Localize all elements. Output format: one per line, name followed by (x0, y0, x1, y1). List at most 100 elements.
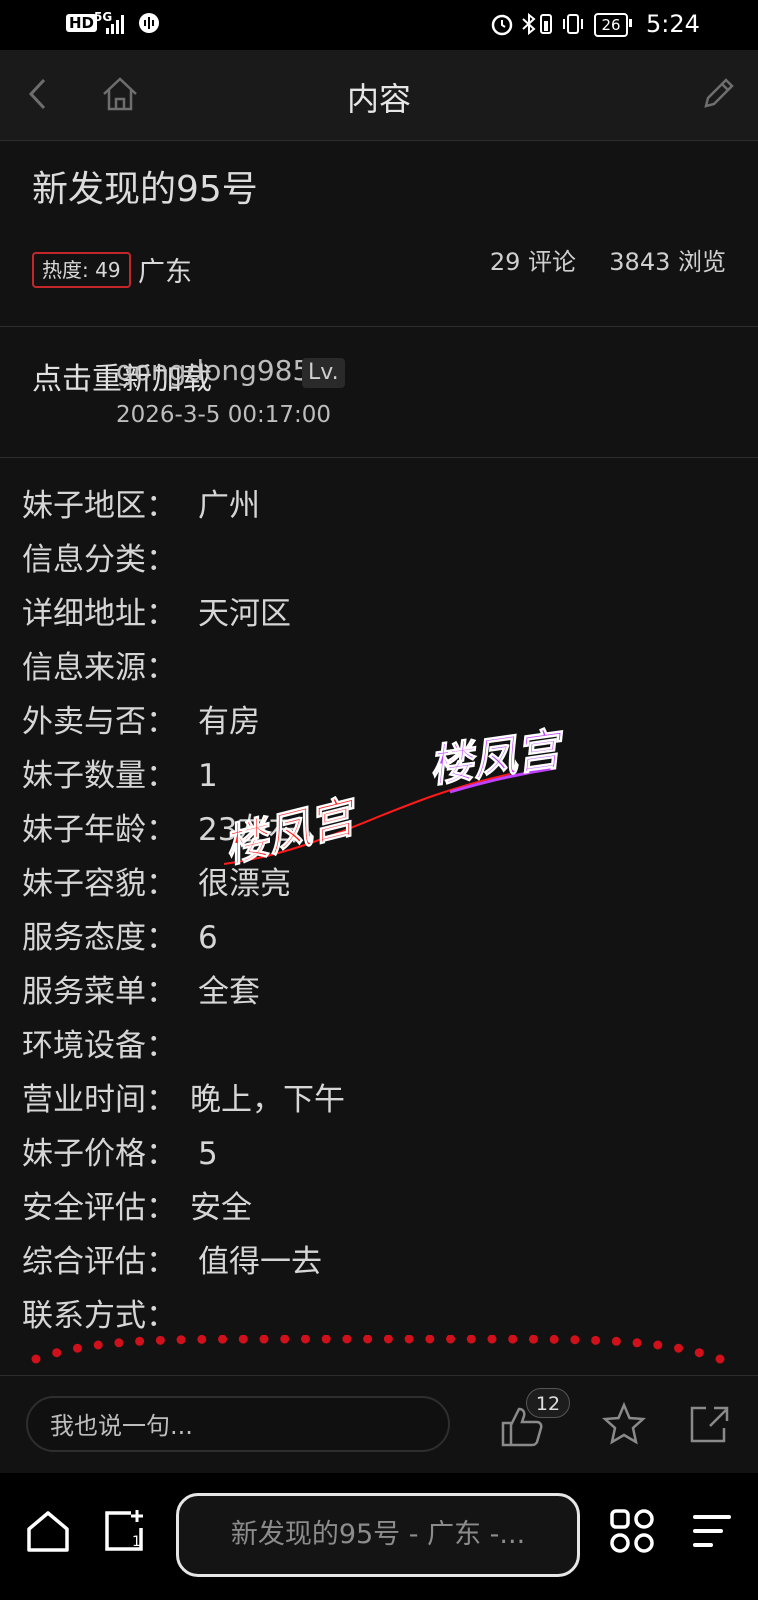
nav-bar: 内容 (0, 50, 758, 141)
share-button[interactable] (682, 1398, 734, 1450)
battery-tip (629, 19, 632, 27)
field-row: 妹子容貌： 很漂亮 (22, 862, 742, 916)
field-value: 6 (198, 920, 218, 956)
dot (321, 1335, 331, 1344)
home-icon (27, 1511, 69, 1552)
field-value: 天河区 (198, 596, 291, 632)
field-value: 有房 (198, 704, 260, 740)
dot (363, 1335, 373, 1344)
battery-icon: 26 (594, 13, 628, 37)
dot (508, 1335, 518, 1344)
share-icon (690, 1406, 729, 1443)
dot (591, 1335, 601, 1345)
edit-button[interactable] (694, 70, 742, 118)
field-row: 信息来源： (22, 646, 742, 700)
field-label: 环境设备： (22, 1028, 177, 1064)
signal-icon (106, 15, 124, 34)
alarm-icon (491, 14, 513, 36)
field-label: 外卖与否： (22, 704, 177, 740)
post-title: 新发现的95号 (32, 169, 258, 210)
dot (528, 1335, 538, 1344)
field-row: 服务态度： 6 (22, 916, 742, 970)
field-value: 全套 (198, 974, 260, 1010)
field-label: 详细地址： (22, 596, 177, 632)
view-count: 3843 浏览 (609, 248, 726, 276)
dot (653, 1340, 663, 1350)
dot (342, 1335, 352, 1344)
dot (280, 1335, 290, 1344)
field-row: 详细地址： 天河区 (22, 592, 742, 646)
favorite-button[interactable] (598, 1398, 650, 1450)
dot (694, 1348, 704, 1358)
dot (72, 1343, 82, 1353)
author-name[interactable]: gongdong985 (116, 354, 310, 387)
star-icon (602, 1402, 646, 1445)
field-row: 营业时间： 晚上，下午 (22, 1078, 742, 1132)
field-row: 服务菜单： 全套 (22, 970, 742, 1024)
heat-badge: 热度: 49 (32, 252, 131, 288)
dot (176, 1335, 186, 1345)
field-row: 环境设备： (22, 1024, 742, 1078)
level-badge: Lv. (302, 358, 345, 388)
hd-icon: HD (66, 14, 98, 32)
dot (93, 1340, 103, 1350)
dot (238, 1335, 248, 1344)
field-label: 妹子数量： (22, 758, 177, 794)
address-bar[interactable]: 新发现的95号 - 广东 -... (176, 1493, 580, 1577)
dot (114, 1338, 124, 1348)
dot (549, 1335, 559, 1344)
field-row: 妹子地区： 广州 (22, 484, 742, 538)
field-value: 值得一去 (198, 1244, 322, 1280)
field-value: 广州 (198, 488, 260, 524)
divider (0, 326, 758, 327)
dot (31, 1354, 41, 1364)
post-time: 2026-3-5 00:17:00 (116, 402, 332, 428)
field-label: 营业时间： (22, 1082, 177, 1118)
field-label: 综合评估： (22, 1244, 177, 1280)
dot (487, 1335, 497, 1344)
clock: 5:24 (646, 10, 700, 38)
dot (383, 1335, 393, 1344)
apps-button[interactable] (604, 1503, 660, 1559)
info-fields: 妹子地区： 广州 信息分类： 详细地址： 天河区 信息来源： 外卖与否： 有房 妹子数量： 1 妹子… (22, 484, 742, 1348)
field-label: 信息分类： (22, 542, 177, 578)
dot (135, 1336, 145, 1346)
dot (611, 1336, 621, 1346)
dot (674, 1343, 684, 1353)
dot (425, 1335, 435, 1344)
tabs-button[interactable]: 1 (96, 1503, 152, 1559)
dot (155, 1335, 165, 1345)
field-row: 安全评估： 安全 (22, 1186, 742, 1240)
audio-icon (139, 13, 159, 33)
divider (0, 457, 758, 458)
field-row: 信息分类： (22, 538, 742, 592)
field-label: 安全评估： (22, 1190, 177, 1226)
browser-toolbar: 1 新发现的95号 - 广东 -... (0, 1473, 758, 1600)
browser-home-button[interactable] (20, 1503, 76, 1559)
dot (715, 1354, 725, 1364)
field-value: 5 (198, 1136, 218, 1172)
dot (632, 1338, 642, 1348)
dot (52, 1348, 62, 1358)
field-row: 综合评估： 值得一去 (22, 1240, 742, 1294)
grid-icon (610, 1509, 654, 1553)
field-label: 妹子容貌： (22, 866, 177, 902)
post-region[interactable]: 广东 (138, 250, 192, 289)
comment-bar: 我也说一句... 12 (0, 1375, 758, 1474)
field-row: 妹子价格： 5 (22, 1132, 742, 1186)
field-label: 联系方式： (22, 1298, 177, 1334)
field-label: 妹子价格： (22, 1136, 177, 1172)
dot (259, 1335, 269, 1344)
pencil-icon (704, 78, 734, 108)
dot (197, 1335, 207, 1344)
battery-small-icon (540, 14, 552, 34)
field-label: 服务菜单： (22, 974, 177, 1010)
field-label: 信息来源： (22, 650, 177, 686)
status-bar: HD 5G 26 5:24 (0, 0, 758, 50)
field-value: 安全 (190, 1190, 252, 1226)
comment-input[interactable]: 我也说一句... (26, 1396, 450, 1452)
field-label: 妹子年龄： (22, 812, 177, 848)
menu-button[interactable] (684, 1503, 740, 1559)
field-label: 妹子地区： (22, 488, 177, 524)
dot (300, 1335, 310, 1344)
